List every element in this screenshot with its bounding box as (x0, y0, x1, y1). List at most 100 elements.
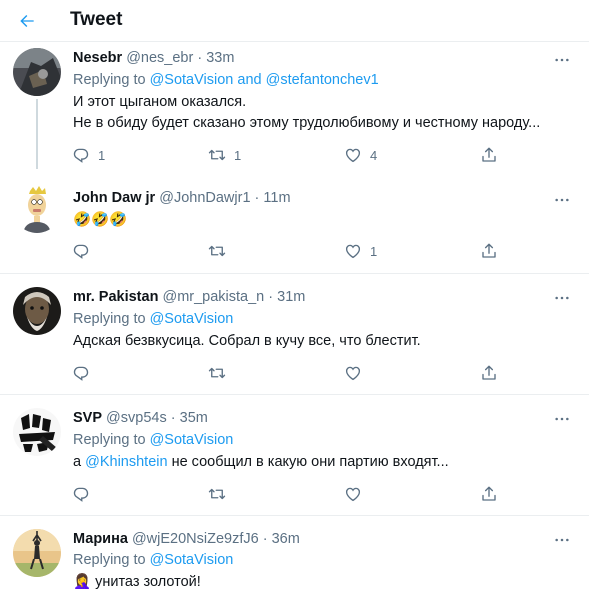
retweet-button[interactable] (208, 361, 234, 385)
share-button[interactable] (480, 143, 498, 167)
replying-to: Replying to @SotaVision (73, 431, 233, 450)
tweet-actions (66, 482, 506, 506)
tweet-header: SVP @svp54s · 35m (73, 409, 208, 428)
replying-to-link[interactable]: @SotaVision and @stefantonchev1 (150, 72, 379, 88)
display-name[interactable]: Марина (73, 531, 128, 547)
timestamp[interactable]: 36m (272, 531, 300, 547)
separator-dot: · (262, 531, 268, 547)
like-count: 1 (370, 243, 378, 259)
reply-icon (72, 146, 90, 164)
more-button[interactable] (549, 409, 575, 429)
tweet-actions (66, 361, 506, 385)
tweet-item[interactable]: SVP @svp54s · 35m Replying to @SotaVisio… (0, 396, 589, 516)
reply-button[interactable] (72, 361, 98, 385)
like-button[interactable] (344, 361, 370, 385)
tweet-header: mr. Pakistan @mr_pakista_n · 31m (73, 288, 305, 307)
user-handle[interactable]: @svp54s (106, 410, 167, 426)
avatar[interactable] (13, 185, 61, 233)
mention-link[interactable]: @Khinshtein (85, 454, 167, 470)
user-handle[interactable]: @mr_pakista_n (162, 289, 264, 305)
reply-icon (72, 485, 90, 503)
like-icon (344, 485, 362, 503)
user-handle[interactable]: @wjE20NsiZe9zfJ6 (132, 531, 259, 547)
timestamp[interactable]: 35m (180, 410, 208, 426)
thread-line (36, 99, 38, 169)
avatar[interactable] (13, 287, 61, 335)
back-button[interactable] (10, 4, 44, 38)
reply-icon (72, 242, 90, 260)
retweet-count: 1 (234, 147, 242, 163)
reply-button[interactable] (72, 482, 98, 506)
display-name[interactable]: mr. Pakistan (73, 289, 158, 305)
display-name[interactable]: John Daw jr (73, 190, 155, 206)
share-icon (480, 242, 498, 260)
separator-dot: · (254, 190, 260, 206)
tweet-item[interactable]: John Daw jr @JohnDawjr1 · 11m 🤣🤣🤣 1 (0, 169, 589, 274)
separator-dot: · (268, 289, 274, 305)
separator-dot: · (170, 410, 176, 426)
tweet-item[interactable]: mr. Pakistan @mr_pakista_n · 31m Replyin… (0, 275, 589, 395)
back-arrow-icon (20, 15, 34, 27)
replying-prefix: Replying to (73, 72, 146, 88)
replying-to-link[interactable]: @SotaVision (150, 311, 234, 327)
like-button[interactable]: 4 (344, 143, 377, 167)
reply-button[interactable]: 1 (72, 143, 105, 167)
tweet-header: Nesebr @nes_ebr · 33m (73, 49, 234, 68)
replying-to: Replying to @SotaVision (73, 551, 233, 570)
separator-dot: · (197, 50, 203, 66)
page-title: Tweet (70, 9, 123, 30)
tweet-item[interactable]: Марина @wjE20NsiZe9zfJ6 · 36m Replying t… (0, 517, 589, 607)
tweet-text: 🤣🤣🤣 (73, 212, 128, 228)
more-icon (554, 197, 570, 203)
share-button[interactable] (480, 482, 498, 506)
more-button[interactable] (549, 530, 575, 550)
tweet-header: Марина @wjE20NsiZe9zfJ6 · 36m (73, 530, 300, 549)
avatar[interactable] (13, 408, 61, 456)
avatar[interactable] (13, 529, 61, 577)
like-icon (344, 242, 362, 260)
replying-to-link[interactable]: @SotaVision (150, 552, 234, 568)
tweet-text: 🤦‍♀️ унитаз золотой! (73, 574, 201, 590)
share-icon (480, 146, 498, 164)
like-button[interactable] (344, 482, 370, 506)
timestamp[interactable]: 31m (277, 289, 305, 305)
reply-count: 1 (98, 147, 106, 163)
replying-prefix: Replying to (73, 432, 146, 448)
share-button[interactable] (480, 361, 498, 385)
timestamp[interactable]: 11m (263, 190, 290, 206)
tweet-actions: 1 1 4 (66, 143, 506, 167)
user-handle[interactable]: @nes_ebr (126, 50, 193, 66)
more-button[interactable] (549, 190, 575, 210)
like-button[interactable]: 1 (344, 239, 377, 263)
tweet-text-line: И этот цыганом оказался. (73, 94, 247, 110)
reply-button[interactable] (72, 239, 98, 263)
retweet-icon (208, 242, 226, 260)
display-name[interactable]: SVP (73, 410, 102, 426)
avatar[interactable] (13, 48, 61, 96)
retweet-button[interactable] (208, 239, 234, 263)
more-icon (554, 537, 570, 543)
more-button[interactable] (549, 50, 575, 70)
more-button[interactable] (549, 288, 575, 308)
tweet-actions: 1 (66, 239, 506, 263)
share-button[interactable] (480, 239, 498, 263)
more-icon (554, 57, 570, 63)
retweet-button[interactable] (208, 482, 234, 506)
replying-to: Replying to @SotaVision and @stefantonch… (73, 71, 379, 90)
replying-to-link[interactable]: @SotaVision (150, 432, 234, 448)
user-handle[interactable]: @JohnDawjr1 (159, 190, 250, 206)
tweet-item[interactable]: Nesebr @nes_ebr · 33m Replying to @SotaV… (0, 43, 589, 169)
page-header: Tweet (0, 0, 589, 42)
replying-prefix: Replying to (73, 552, 146, 568)
display-name[interactable]: Nesebr (73, 50, 122, 66)
tweet-text-rest: не сообщил в какую они партию входят... (171, 454, 449, 470)
more-icon (554, 295, 570, 301)
retweet-icon (208, 146, 226, 164)
like-count: 4 (370, 147, 378, 163)
tweet-header: John Daw jr @JohnDawjr1 · 11m (73, 189, 291, 208)
retweet-button[interactable]: 1 (208, 143, 241, 167)
share-icon (480, 364, 498, 382)
timestamp[interactable]: 33m (206, 50, 234, 66)
like-icon (344, 364, 362, 382)
replying-to: Replying to @SotaVision (73, 310, 233, 329)
